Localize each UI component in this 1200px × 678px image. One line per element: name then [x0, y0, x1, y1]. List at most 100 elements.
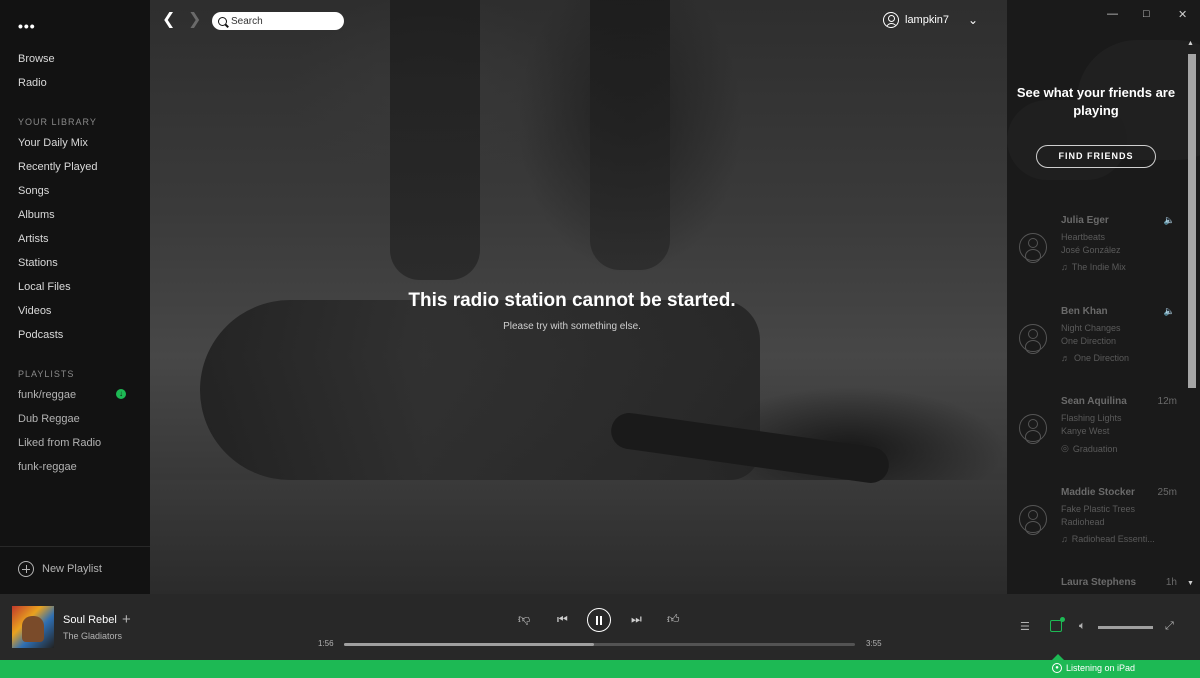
progress-bar[interactable]: [344, 643, 855, 646]
user-icon: [883, 12, 899, 28]
error-message: This radio station cannot be started. Pl…: [150, 290, 994, 332]
playlist-item[interactable]: funk/reggae: [18, 389, 76, 401]
plus-circle-icon: [18, 561, 34, 577]
error-title: This radio station cannot be started.: [408, 290, 736, 311]
friend-artist[interactable]: José González: [1061, 245, 1121, 255]
sidebar-item-daily-mix[interactable]: Your Daily Mix: [18, 137, 88, 149]
friend-artist[interactable]: Radiohead: [1061, 517, 1105, 527]
hero-image-shape: [390, 0, 480, 280]
search-box[interactable]: [212, 12, 344, 30]
friend-item[interactable]: Laura Stephens 1h: [1007, 577, 1185, 594]
friend-time: 25m: [1157, 487, 1177, 498]
volume-icon[interactable]: 🔈︎: [1079, 620, 1086, 633]
playlist-item[interactable]: Liked from Radio: [18, 437, 101, 449]
add-icon[interactable]: +: [122, 611, 131, 628]
scroll-up-icon[interactable]: ▲: [1187, 40, 1194, 47]
listening-label: Listening on iPad: [1066, 663, 1136, 673]
thumbs-down-icon[interactable]: 👎︎: [518, 612, 530, 627]
listening-on-device[interactable]: ● Listening on iPad: [1052, 663, 1135, 673]
friend-track[interactable]: Night Changes: [1061, 323, 1121, 333]
sidebar-item-podcasts[interactable]: Podcasts: [18, 329, 63, 341]
artist-icon: ♬: [1061, 353, 1070, 363]
close-icon[interactable]: ✕: [1178, 8, 1187, 21]
queue-icon[interactable]: ☰: [1020, 620, 1030, 633]
playlists-label: PLAYLISTS: [18, 369, 75, 379]
friend-item[interactable]: Julia Eger 🔈 Heartbeats José González ♫ T…: [1007, 215, 1185, 295]
sidebar-item-recently-played[interactable]: Recently Played: [18, 161, 98, 173]
friend-track[interactable]: Flashing Lights: [1061, 413, 1122, 423]
music-note-icon: ♫: [1061, 262, 1068, 272]
find-friends-button[interactable]: FIND FRIENDS: [1036, 145, 1156, 168]
friend-context[interactable]: ♬ One Direction: [1061, 353, 1129, 363]
friend-name: Ben Khan: [1061, 306, 1108, 317]
sidebar-item-albums[interactable]: Albums: [18, 209, 55, 221]
forward-arrow-icon[interactable]: ❯: [188, 12, 202, 28]
scroll-down-icon[interactable]: ▼: [1187, 580, 1194, 587]
hero-image-shape: [150, 480, 1007, 594]
friend-item[interactable]: Maddie Stocker 25m Fake Plastic Trees Ra…: [1007, 487, 1185, 567]
speaker-icon: 🔈: [1163, 306, 1175, 316]
sidebar-item-artists[interactable]: Artists: [18, 233, 49, 245]
friend-time: 12m: [1157, 396, 1177, 407]
sidebar-item-videos[interactable]: Videos: [18, 305, 51, 317]
total-time: 3:55: [866, 639, 882, 648]
status-bar: ● Listening on iPad: [0, 654, 1200, 678]
avatar: [1019, 414, 1047, 444]
menu-dots-icon[interactable]: •••: [18, 18, 36, 34]
sidebar-item-browse[interactable]: Browse: [18, 53, 55, 65]
album-art-figure: [22, 616, 44, 642]
back-arrow-icon[interactable]: ❮: [162, 12, 176, 28]
player-bar: Soul Rebel The Gladiators + 👎︎ ⏮︎ ⏭︎ 👍︎ …: [0, 594, 1200, 660]
friend-item[interactable]: Sean Aquilina 12m Flashing Lights Kanye …: [1007, 396, 1185, 476]
speaker-icon: 🔈: [1163, 215, 1175, 225]
friend-artist[interactable]: One Direction: [1061, 336, 1116, 346]
previous-icon[interactable]: ⏮︎: [557, 612, 568, 627]
friend-artist[interactable]: Kanye West: [1061, 426, 1109, 436]
friend-context[interactable]: ◎ Graduation: [1061, 443, 1117, 454]
friend-activity-panel: — □ ✕ See what your friends are playing …: [1007, 0, 1200, 594]
playlist-item[interactable]: funk-reggae: [18, 461, 77, 473]
friend-context-label: The Indie Mix: [1071, 262, 1126, 272]
now-playing-title[interactable]: Soul Rebel: [63, 614, 117, 626]
thumbs-up-icon[interactable]: 👍︎: [667, 612, 680, 627]
fullscreen-icon[interactable]: ⤢: [1165, 620, 1174, 633]
friend-context[interactable]: ♫ The Indie Mix: [1061, 262, 1126, 272]
volume-slider[interactable]: [1098, 626, 1153, 629]
friend-track[interactable]: Fake Plastic Trees: [1061, 504, 1135, 514]
sidebar-divider: [0, 546, 150, 547]
maximize-icon[interactable]: □: [1143, 8, 1150, 20]
friend-time: 1h: [1165, 577, 1177, 588]
avatar: [1019, 505, 1047, 535]
sidebar-item-local-files[interactable]: Local Files: [18, 281, 71, 293]
sidebar-item-stations[interactable]: Stations: [18, 257, 58, 269]
friends-scrollbar[interactable]: ▲ ▼: [1186, 36, 1198, 594]
friend-context[interactable]: ♫ Radiohead Essenti...: [1061, 534, 1155, 544]
search-input[interactable]: [231, 15, 331, 27]
friend-track[interactable]: Heartbeats: [1061, 232, 1105, 242]
next-icon[interactable]: ⏭︎: [631, 612, 642, 627]
speaker-icon: ●: [1052, 663, 1062, 673]
scrollbar-thumb[interactable]: [1188, 54, 1196, 388]
friend-name: Maddie Stocker: [1061, 487, 1135, 498]
new-playlist-button[interactable]: New Playlist: [18, 561, 102, 577]
friend-context-label: Radiohead Essenti...: [1071, 534, 1155, 544]
sidebar-item-radio[interactable]: Radio: [18, 77, 47, 89]
sidebar: ••• Browse Radio YOUR LIBRARY Your Daily…: [0, 0, 150, 594]
now-playing-artist[interactable]: The Gladiators: [63, 631, 122, 641]
user-menu[interactable]: lampkin7: [883, 12, 949, 28]
elapsed-time: 1:56: [318, 639, 334, 648]
avatar: [1019, 233, 1047, 263]
username: lampkin7: [905, 14, 950, 26]
devices-icon[interactable]: [1050, 620, 1062, 632]
friend-item[interactable]: Ben Khan 🔈 Night Changes One Direction ♬…: [1007, 306, 1185, 386]
your-library-label: YOUR LIBRARY: [18, 117, 97, 127]
playlist-item[interactable]: Dub Reggae: [18, 413, 80, 425]
pause-button[interactable]: [587, 608, 611, 632]
minimize-icon[interactable]: —: [1107, 8, 1118, 20]
volume-fill: [1098, 626, 1153, 629]
album-art[interactable]: [12, 606, 54, 648]
download-icon: ↓: [116, 389, 126, 399]
sidebar-item-songs[interactable]: Songs: [18, 185, 49, 197]
avatar: [1019, 324, 1047, 354]
chevron-down-icon[interactable]: ⌄: [968, 13, 978, 27]
